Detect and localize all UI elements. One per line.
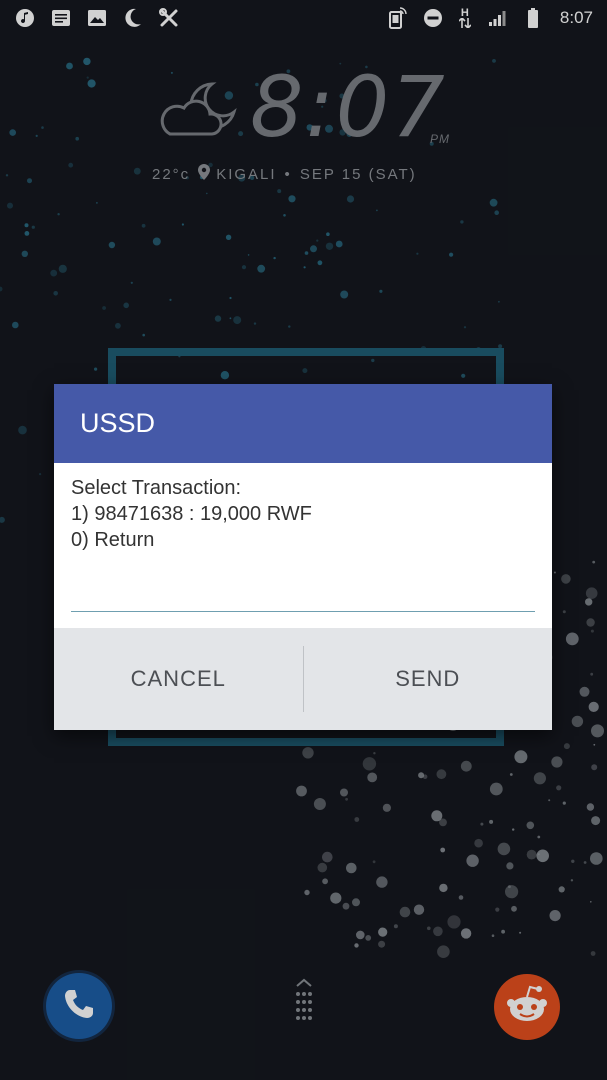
cancel-button[interactable]: CANCEL	[54, 628, 303, 730]
ussd-dialog: USSD Select Transaction: 1) 98471638 : 1…	[54, 384, 552, 730]
dialog-body: Select Transaction: 1) 98471638 : 19,000…	[54, 463, 552, 628]
message-line: 1) 98471638 : 19,000 RWF	[71, 503, 312, 525]
ussd-response-input[interactable]	[71, 581, 535, 612]
message-line: 0) Return	[71, 529, 155, 551]
send-button[interactable]: SEND	[304, 628, 553, 730]
dialog-title: USSD	[80, 408, 156, 438]
dialog-header: USSD	[54, 384, 552, 463]
dialog-actions: CANCEL SEND	[54, 628, 552, 730]
message-line: Select Transaction:	[71, 477, 242, 499]
